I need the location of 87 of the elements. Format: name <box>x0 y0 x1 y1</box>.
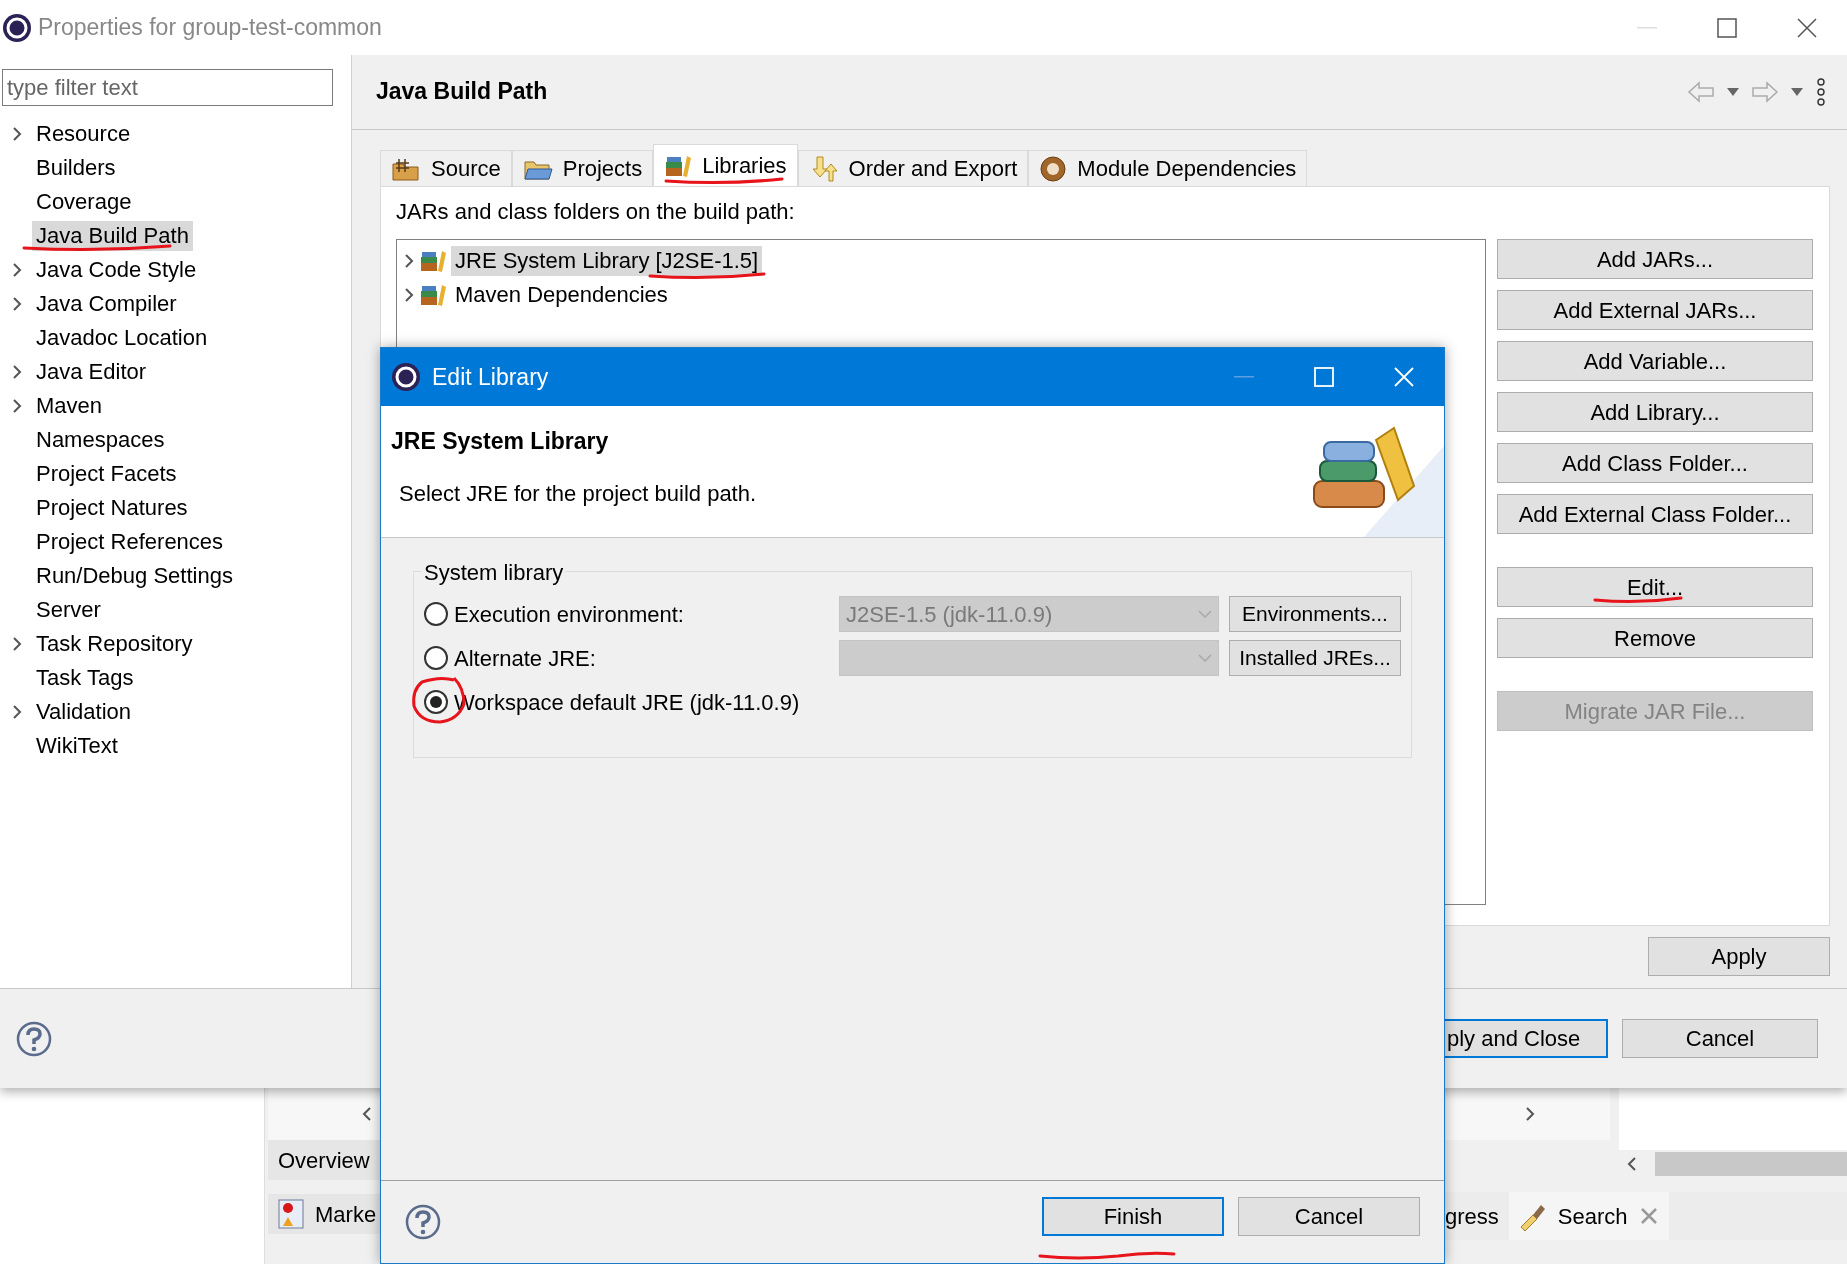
chevron-right-icon[interactable] <box>403 253 415 269</box>
tree-item[interactable]: Server <box>32 595 105 625</box>
tab[interactable]: Module Dependencies <box>1028 150 1308 186</box>
option-label: Execution environment: <box>454 600 684 629</box>
apply-button[interactable]: Apply <box>1648 937 1830 976</box>
dropdown-icon[interactable] <box>1790 87 1804 97</box>
tree-item[interactable]: WikiText <box>32 731 122 761</box>
finish-button[interactable]: Finish <box>1042 1196 1224 1236</box>
chevron-down-icon <box>1198 610 1212 618</box>
option-label: Alternate JRE: <box>454 644 596 673</box>
tree-item[interactable]: Builders <box>32 153 120 183</box>
markers-icon <box>278 1199 304 1229</box>
view-tab[interactable]: Marke <box>268 1194 380 1234</box>
dropdown-icon[interactable] <box>1726 87 1740 97</box>
tab[interactable]: Libraries <box>653 144 798 186</box>
side-button[interactable]: Remove <box>1497 618 1813 658</box>
dropdown-field[interactable] <box>839 640 1219 676</box>
dialog-heading: JRE System Library <box>391 427 610 456</box>
side-button[interactable]: Add Class Folder... <box>1497 443 1813 483</box>
tree-item[interactable]: Coverage <box>32 187 136 217</box>
scroll-left-icon[interactable] <box>362 1106 372 1122</box>
tree-item[interactable]: Javadoc Location <box>32 323 212 353</box>
tree-item[interactable]: Java Code Style <box>32 255 201 285</box>
side-button[interactable]: Add External Class Folder... <box>1497 494 1813 534</box>
page-title: Java Build Path <box>376 78 549 106</box>
radio-button[interactable] <box>424 646 448 670</box>
side-button[interactable]: Add Library... <box>1497 392 1813 432</box>
cancel-button[interactable]: Cancel <box>1622 1019 1818 1058</box>
filter-field[interactable]: type filter text <box>2 69 333 106</box>
side-button[interactable]: Edit... <box>1497 567 1813 607</box>
dialog-title: Edit Library <box>432 362 549 392</box>
tree-item[interactable]: Maven Dependencies <box>451 280 672 310</box>
chevron-right-icon[interactable] <box>11 126 23 142</box>
dropdown-value: J2SE-1.5 (jdk-11.0.9) <box>846 600 1054 629</box>
help-icon[interactable] <box>405 1204 441 1240</box>
section-label: JARs and class folders on the build path: <box>396 198 796 226</box>
side-button[interactable]: Add JARs... <box>1497 239 1813 279</box>
close-icon[interactable] <box>1797 17 1817 38</box>
tree-item[interactable]: Project Natures <box>32 493 192 523</box>
maximize-icon[interactable] <box>1717 17 1737 38</box>
view-tab[interactable]: Search <box>1508 1192 1669 1240</box>
tree-item[interactable]: Task Tags <box>32 663 138 693</box>
chevron-right-icon[interactable] <box>11 364 23 380</box>
chevron-right-icon[interactable] <box>11 296 23 312</box>
radio-button[interactable] <box>424 602 448 626</box>
chevron-right-icon[interactable] <box>11 262 23 278</box>
dialog-description: Select JRE for the project build path. <box>399 479 758 508</box>
scrollbar-thumb[interactable] <box>1655 1152 1847 1176</box>
tree-item[interactable]: JRE System Library [J2SE-1.5] <box>451 246 763 276</box>
eclipse-icon <box>391 362 421 392</box>
chevron-right-icon[interactable] <box>11 636 23 652</box>
tree-item[interactable]: Project Facets <box>32 459 181 489</box>
tree-item[interactable]: Java Editor <box>32 357 151 387</box>
tab[interactable]: Projects <box>511 150 654 186</box>
books-icon <box>419 283 447 307</box>
radio-button[interactable] <box>424 690 448 714</box>
window-title: Properties for group-test-common <box>38 13 382 43</box>
tab[interactable]: Order and Export <box>797 150 1029 186</box>
help-icon[interactable] <box>16 1020 52 1057</box>
tree-item[interactable]: Validation <box>32 697 135 727</box>
tree-item[interactable]: Namespaces <box>32 425 169 455</box>
scroll-left-icon[interactable] <box>1627 1156 1637 1172</box>
view-tab[interactable]: Overview <box>268 1140 380 1180</box>
tree-item[interactable]: Java Build Path <box>32 221 193 251</box>
view-tab[interactable]: gress <box>1445 1192 1509 1240</box>
tree-item[interactable]: Task Repository <box>32 629 197 659</box>
tree-item[interactable]: Run/Debug Settings <box>32 561 237 591</box>
books-icon <box>419 249 447 273</box>
medallion-icon <box>1039 154 1068 183</box>
apply-and-close-button[interactable]: ply and Close <box>1445 1019 1608 1058</box>
tree-item[interactable]: Java Compiler <box>32 289 181 319</box>
chevron-right-icon[interactable] <box>11 704 23 720</box>
tab[interactable]: Source <box>380 150 512 186</box>
side-button[interactable]: Add Variable... <box>1497 341 1813 381</box>
option-button[interactable]: Installed JREs... <box>1229 640 1401 676</box>
tree-item[interactable]: Maven <box>32 391 107 421</box>
scroll-right-icon[interactable] <box>1525 1106 1535 1122</box>
chevron-down-icon <box>1198 654 1212 662</box>
option-button[interactable]: Environments... <box>1229 596 1401 632</box>
tree-item[interactable]: Project References <box>32 527 228 557</box>
cancel-button[interactable]: Cancel <box>1238 1196 1420 1236</box>
side-button[interactable]: Add External JARs... <box>1497 290 1813 330</box>
books-icon <box>664 153 693 178</box>
menu-icon[interactable] <box>1815 78 1827 106</box>
chevron-right-icon[interactable] <box>403 287 415 303</box>
tree-item[interactable]: Resource <box>32 119 135 149</box>
chevron-right-icon[interactable] <box>11 398 23 414</box>
